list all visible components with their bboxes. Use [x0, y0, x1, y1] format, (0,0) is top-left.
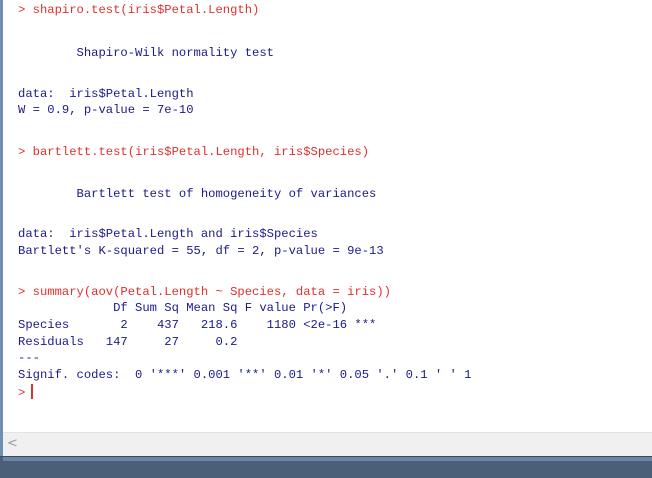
status-bar-highlight [3, 457, 652, 461]
console-output-line: --- [18, 351, 40, 365]
signif-codes-line: Signif. codes: 0 '***' 0.001 '**' 0.01 '… [18, 368, 472, 382]
console-command-line: > summary(aov(Petal.Length ~ Species, da… [18, 285, 391, 299]
text-cursor [31, 384, 34, 399]
console-output-line: data: iris$Petal.Length [18, 87, 194, 101]
test-title: Bartlett test of homogeneity of variance… [18, 187, 377, 201]
prompt-symbol: > [18, 386, 26, 400]
console-command-line: > shapiro.test(iris$Petal.Length) [18, 3, 260, 17]
scroll-left-icon[interactable]: < [7, 436, 18, 451]
anova-table-row: Species 2 437 218.6 1180 <2e-16 *** [18, 318, 377, 332]
console-prompt[interactable]: > [18, 384, 34, 401]
test-title: Shapiro-Wilk normality test [18, 46, 274, 60]
anova-table-header: Df Sum Sq Mean Sq F value Pr(>F) [18, 301, 377, 315]
r-console-window: > shapiro.test(iris$Petal.Length) Shapir… [0, 0, 652, 478]
horizontal-scrollbar[interactable]: < [3, 432, 652, 457]
console-command-line: > bartlett.test(iris$Petal.Length, iris$… [18, 145, 370, 159]
console-output-line: Bartlett's K-squared = 55, df = 2, p-val… [18, 244, 384, 258]
status-bar [0, 456, 652, 478]
console-output-line: W = 0.9, p-value = 7e-10 [18, 103, 194, 117]
anova-table-row: Residuals 147 27 0.2 [18, 335, 377, 349]
console-output-line: data: iris$Petal.Length and iris$Species [18, 227, 318, 241]
console-output[interactable]: > shapiro.test(iris$Petal.Length) Shapir… [0, 0, 652, 430]
